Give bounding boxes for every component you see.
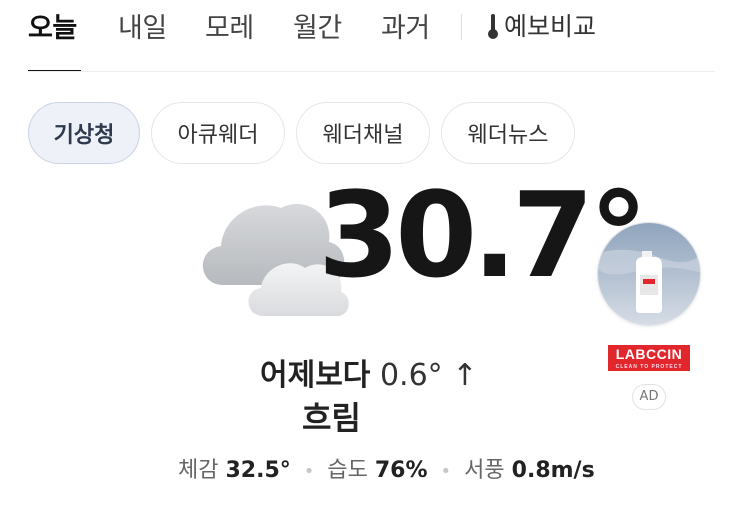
- yesterday-comparison: 어제보다 0.6° ↑: [260, 350, 477, 394]
- product-bottle-icon: [598, 223, 700, 325]
- tab-tomorrow[interactable]: 내일: [118, 6, 167, 45]
- ad-brand-logo[interactable]: LABCCIN CLEAN TO PROTECT: [608, 345, 690, 371]
- tabs-divider-line: [28, 71, 715, 72]
- tab-day-after-tomorrow[interactable]: 모레: [205, 6, 254, 45]
- ad-brand-tagline: CLEAN TO PROTECT: [615, 364, 683, 370]
- humidity-value: 76%: [374, 458, 428, 483]
- date-tabs: 오늘 내일 모레 월간 과거 예보비교: [0, 0, 743, 72]
- tab-past[interactable]: 과거: [381, 6, 430, 45]
- feels-like-value: 32.5°: [225, 458, 291, 483]
- provider-chip-weathernews[interactable]: 웨더뉴스: [441, 102, 575, 164]
- ad-badge: AD: [632, 384, 666, 410]
- comparison-label: 어제보다: [260, 358, 371, 393]
- tab-divider: [461, 14, 462, 40]
- weather-condition: 흐림: [302, 399, 361, 437]
- tab-monthly[interactable]: 월간: [293, 6, 342, 45]
- wind-value: 0.8m/s: [511, 458, 595, 483]
- ad-product-image[interactable]: [597, 222, 701, 326]
- current-temperature: 30.7°: [318, 166, 648, 304]
- separator-dot: •: [440, 461, 452, 482]
- tab-today[interactable]: 오늘: [28, 6, 77, 45]
- thermometer-icon: [488, 14, 498, 39]
- separator-dot: •: [303, 461, 315, 482]
- ad-brand-name: LABCCIN: [615, 346, 683, 362]
- provider-chip-weather-channel[interactable]: 웨더채널: [296, 102, 430, 164]
- provider-chip-accuweather[interactable]: 아큐웨더: [151, 102, 285, 164]
- humidity-label: 습도: [327, 458, 368, 483]
- feels-like-label: 체감: [178, 458, 219, 483]
- comparison-value: 0.6° ↑: [379, 358, 478, 393]
- weather-details: 체감 32.5° • 습도 76% • 서풍 0.8m/s: [178, 452, 595, 484]
- wind-label: 서풍: [464, 458, 505, 483]
- tab-forecast-compare[interactable]: 예보비교: [504, 7, 596, 43]
- provider-chip-kma[interactable]: 기상청: [28, 102, 140, 164]
